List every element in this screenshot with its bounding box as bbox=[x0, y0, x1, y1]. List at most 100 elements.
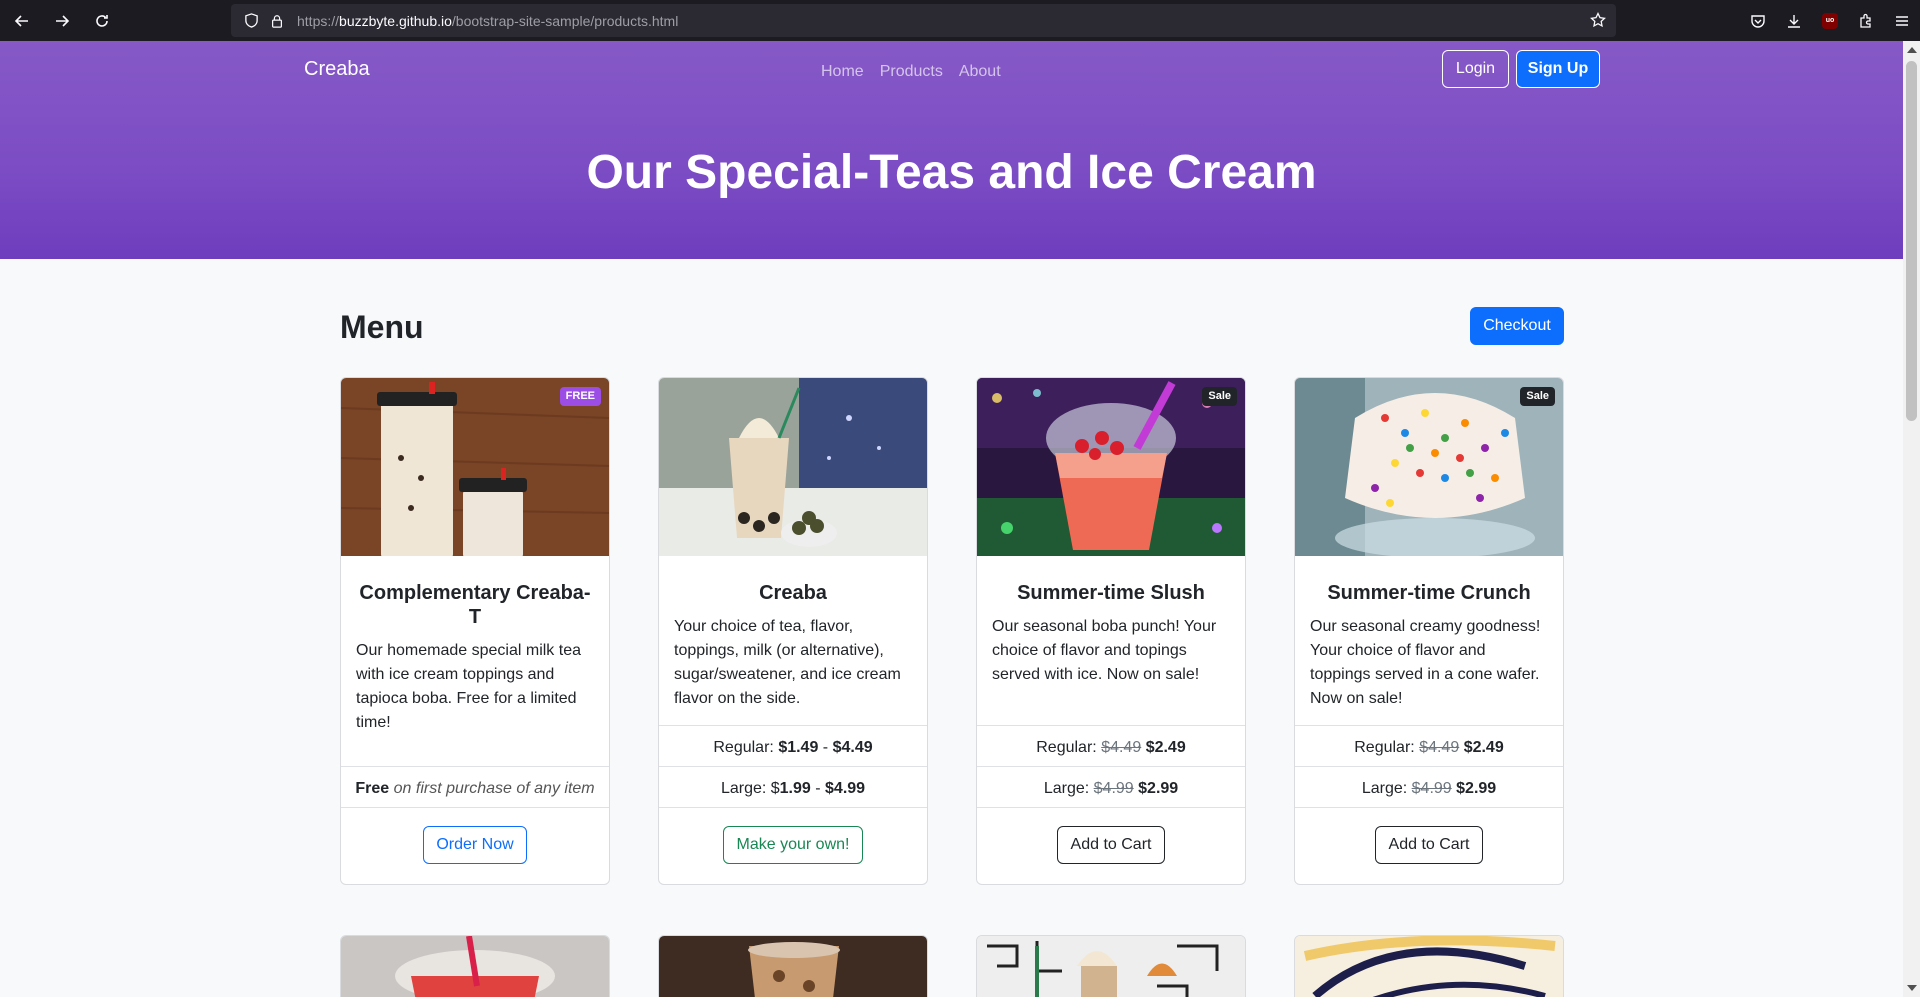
price-label: Large: bbox=[1043, 780, 1090, 797]
hamburger-menu-icon[interactable] bbox=[1884, 3, 1920, 39]
product-image: Sale bbox=[977, 378, 1245, 556]
sale-badge: Sale bbox=[1202, 387, 1237, 406]
product-title: Summer-time Slush bbox=[1017, 582, 1205, 604]
divider bbox=[341, 766, 609, 767]
price-high: $4.49 bbox=[832, 739, 873, 756]
navbar-links: Home Products About bbox=[821, 60, 1009, 84]
price-old: $4.49 bbox=[1101, 739, 1142, 756]
product-image bbox=[341, 936, 609, 997]
checkout-button[interactable]: Checkout bbox=[1470, 307, 1564, 345]
divider bbox=[341, 807, 609, 808]
product-card-creaba: Creaba Your choice of tea, flavor, toppi… bbox=[658, 377, 928, 885]
divider bbox=[977, 766, 1245, 767]
browser-toolbar: https://buzzbyte.github.io/bootstrap-sit… bbox=[0, 0, 1920, 41]
reload-icon[interactable] bbox=[84, 3, 120, 39]
price-old: $4.99 bbox=[1411, 780, 1452, 797]
price-new: $2.99 bbox=[1138, 780, 1179, 797]
menu-heading: Menu bbox=[340, 309, 424, 345]
page-scrollbar[interactable] bbox=[1903, 41, 1920, 997]
forward-icon[interactable] bbox=[44, 3, 80, 39]
price-large: Large: $4.99 $2.99 bbox=[1295, 777, 1563, 801]
product-description: Our seasonal creamy goodness! Your choic… bbox=[1310, 618, 1541, 707]
price-new: $2.99 bbox=[1456, 780, 1497, 797]
add-to-cart-button[interactable]: Add to Cart bbox=[1375, 826, 1483, 864]
product-description: Our homemade special milk tea with ice c… bbox=[356, 642, 581, 731]
add-to-cart-button[interactable]: Add to Cart bbox=[1057, 826, 1165, 864]
signup-button[interactable]: Sign Up bbox=[1516, 50, 1600, 88]
product-image bbox=[659, 378, 927, 556]
pocket-icon[interactable] bbox=[1740, 3, 1776, 39]
product-description: Your choice of tea, flavor, toppings, mi… bbox=[674, 618, 901, 707]
price-new: $2.49 bbox=[1145, 739, 1186, 756]
url-scheme: https:// bbox=[297, 12, 340, 29]
product-card-partial bbox=[340, 935, 610, 997]
url-text: https://buzzbyte.github.io/bootstrap-sit… bbox=[297, 13, 678, 29]
divider bbox=[977, 807, 1245, 808]
url-host: buzzbyte.github.io bbox=[339, 12, 452, 29]
price-large: Large: $1.99 - $4.99 bbox=[720, 780, 866, 797]
make-your-own-button[interactable]: Make your own! bbox=[723, 826, 863, 864]
product-card-partial bbox=[1294, 935, 1564, 997]
product-card-summer-slush: Sale Summer-time Slush Our seasonal boba… bbox=[976, 377, 1246, 885]
back-icon[interactable] bbox=[4, 3, 40, 39]
price-high: $4.99 bbox=[825, 780, 866, 797]
sale-badge: Sale bbox=[1520, 387, 1555, 406]
ublock-badge: uo bbox=[1822, 12, 1838, 29]
navbar-brand[interactable]: Creaba bbox=[304, 58, 370, 81]
product-title: Creaba bbox=[759, 582, 827, 604]
scroll-up-arrow-icon[interactable] bbox=[1907, 47, 1917, 53]
price-regular: Regular: $4.49 $2.49 bbox=[1295, 736, 1563, 760]
price-large: Large: $4.99 $2.99 bbox=[977, 777, 1245, 801]
page-viewport: Creaba Home Products About Login Sign Up… bbox=[0, 41, 1903, 997]
scroll-down-arrow-icon[interactable] bbox=[1907, 985, 1917, 991]
product-title: Complementary Creaba-T bbox=[359, 582, 591, 628]
browser-right-toolbar: uo bbox=[1740, 0, 1920, 41]
price-regular: Regular: $4.49 $2.49 bbox=[977, 736, 1245, 760]
product-image bbox=[659, 936, 927, 997]
price-label: Large: $ bbox=[720, 780, 780, 797]
nav-link-products[interactable]: Products bbox=[872, 60, 951, 84]
price-free-line: Free on first purchase of any item bbox=[341, 777, 609, 801]
page-title: Our Special-Teas and Ice Cream bbox=[586, 146, 1317, 199]
price-label: Large: bbox=[1361, 780, 1408, 797]
price-old: $4.49 bbox=[1419, 739, 1460, 756]
price-regular: Regular: $1.49 - $4.49 bbox=[713, 739, 873, 756]
free-label: Free bbox=[355, 780, 390, 797]
download-icon[interactable] bbox=[1776, 3, 1812, 39]
product-title: Summer-time Crunch bbox=[1327, 582, 1531, 604]
divider bbox=[1295, 725, 1563, 726]
product-image bbox=[977, 936, 1245, 997]
order-now-button[interactable]: Order Now bbox=[423, 826, 527, 864]
product-image bbox=[1295, 936, 1563, 997]
free-badge: FREE bbox=[559, 387, 601, 406]
nav-link-home[interactable]: Home bbox=[821, 60, 872, 84]
divider bbox=[659, 725, 927, 726]
product-card-summer-crunch: Sale Summer-time Crunch Our seasonal cre… bbox=[1294, 377, 1564, 885]
divider bbox=[659, 766, 927, 767]
price-label: Regular: bbox=[1354, 739, 1415, 756]
product-description: Our seasonal boba punch! Your choice of … bbox=[992, 618, 1217, 683]
hero-header: Creaba Home Products About Login Sign Up… bbox=[0, 41, 1903, 259]
extensions-puzzle-icon[interactable] bbox=[1848, 3, 1884, 39]
nav-link-about[interactable]: About bbox=[951, 60, 1009, 84]
bookmark-star-icon[interactable] bbox=[1590, 11, 1606, 33]
lock-icon[interactable] bbox=[269, 13, 285, 29]
product-image: FREE bbox=[341, 378, 609, 556]
price-old: $4.99 bbox=[1093, 780, 1134, 797]
login-button[interactable]: Login bbox=[1442, 50, 1509, 88]
price-label: Regular: bbox=[713, 739, 774, 756]
ublock-extension-icon[interactable]: uo bbox=[1812, 3, 1848, 39]
product-card-creaba-t: FREE Complementary Creaba-T Our homemade… bbox=[340, 377, 610, 885]
price-label: Regular: bbox=[1036, 739, 1097, 756]
divider bbox=[1295, 766, 1563, 767]
url-path: /bootstrap-site-sample/products.html bbox=[451, 12, 679, 29]
price-low: $1.49 bbox=[778, 739, 819, 756]
scrollbar-thumb[interactable] bbox=[1906, 61, 1917, 421]
divider bbox=[977, 725, 1245, 726]
product-card-partial bbox=[658, 935, 928, 997]
price-new: $2.49 bbox=[1463, 739, 1504, 756]
shield-icon[interactable] bbox=[243, 13, 259, 29]
address-bar[interactable]: https://buzzbyte.github.io/bootstrap-sit… bbox=[231, 4, 1616, 37]
free-condition: on first purchase of any item bbox=[393, 780, 595, 797]
divider bbox=[659, 807, 927, 808]
